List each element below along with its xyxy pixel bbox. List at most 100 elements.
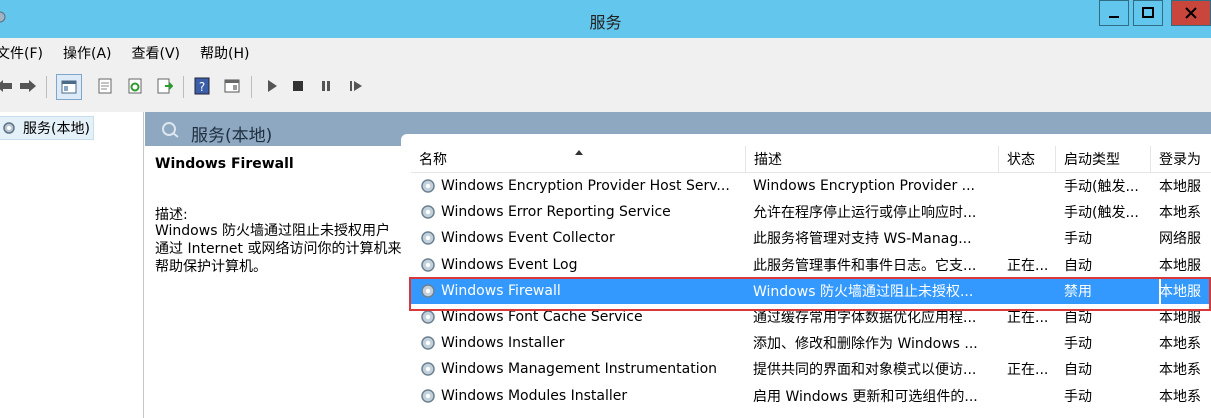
cell-startup: 自动 <box>1064 310 1092 326</box>
service-gear-icon <box>421 284 435 298</box>
service-gear-icon <box>421 336 435 350</box>
column-header-description[interactable]: 描述 <box>746 146 999 172</box>
title-bar: 服务 <box>0 0 1211 38</box>
service-gear-icon <box>421 231 435 246</box>
stop-service-icon <box>293 81 303 91</box>
cell-status <box>1007 330 1055 356</box>
maximize-button[interactable] <box>1133 0 1163 26</box>
toolbar: ? <box>0 68 1211 107</box>
menu-view[interactable]: 查看(V) <box>132 43 181 63</box>
toolbar-separator <box>251 76 252 98</box>
cell-description: 添加、修改和删除作为 Windows ... <box>753 336 978 353</box>
cell-description: Windows 防火墙通过阻止未授权... <box>753 283 974 300</box>
service-gear-icon <box>421 362 435 377</box>
cell-logon: 本地系 <box>1159 388 1201 405</box>
refresh-icon <box>128 78 142 94</box>
table-row[interactable]: Windows Event Log 此服务管理事件和事件日志。它支... 正在...… <box>411 252 1211 278</box>
menu-bar: 文件(F) 操作(A) 查看(V) 帮助(H) <box>0 38 1211 68</box>
help-icon: ? <box>194 77 210 95</box>
close-button[interactable] <box>1171 0 1211 26</box>
cell-description: 提供共同的界面和对象模式以便访... <box>753 362 977 379</box>
table-row[interactable]: Windows Error Reporting Service 允许在程序停止运行… <box>411 199 1211 225</box>
table-row[interactable]: Windows Font Cache Service 通过缓存常用字体数据优化应用… <box>411 304 1211 330</box>
cell-startup: 手动 <box>1064 388 1092 405</box>
back-icon <box>0 80 12 92</box>
cell-name: Windows Error Reporting Service <box>441 204 671 221</box>
show-action-pane-icon <box>224 79 240 93</box>
column-status-label: 状态 <box>1007 152 1035 168</box>
column-header-name[interactable]: 名称 <box>411 146 746 172</box>
help-button[interactable]: ? <box>192 76 212 96</box>
window-title: 服务 <box>589 13 622 32</box>
minimize-icon <box>1109 16 1119 18</box>
table-row[interactable]: Windows Installer 添加、修改和删除作为 Windows ... 手… <box>411 330 1211 356</box>
menu-help[interactable]: 帮助(H) <box>200 43 249 63</box>
column-header-status[interactable]: 状态 <box>999 146 1056 172</box>
close-icon <box>1185 7 1197 19</box>
table-row[interactable]: Windows Modules Installer 启用 Windows 更新和可… <box>411 383 1211 409</box>
column-name-label: 名称 <box>419 152 447 168</box>
gear-icon <box>3 122 15 134</box>
pane-header-title: 服务(本地) <box>191 126 273 146</box>
tree-node-services-local[interactable]: 服务(本地) <box>0 116 94 140</box>
cell-logon: 本地服 <box>1159 310 1201 326</box>
menu-action[interactable]: 操作(A) <box>63 43 112 63</box>
show-action-pane-button[interactable] <box>222 76 242 96</box>
tree-node-label: 服务(本地) <box>23 121 90 137</box>
forward-button[interactable] <box>18 76 38 96</box>
cell-description: 此服务管理事件和事件日志。它支... <box>753 257 977 274</box>
services-list: 名称 描述 状态 启动类型 登录为 Windows Encryption Pro… <box>411 146 1211 418</box>
resume-service-icon <box>350 81 362 91</box>
cell-logon: 本地系 <box>1159 362 1201 379</box>
column-startup-label: 启动类型 <box>1064 152 1120 168</box>
cell-logon: 本地系 <box>1159 205 1201 222</box>
service-gear-icon <box>421 179 435 193</box>
cell-startup: 禁用 <box>1064 283 1092 300</box>
table-row[interactable]: Windows Encryption Provider Host Serv...… <box>411 173 1211 199</box>
properties-button[interactable] <box>95 76 115 96</box>
cell-name: Windows Firewall <box>441 282 561 299</box>
resume-service-button[interactable] <box>346 76 366 96</box>
cell-logon: 本地服 <box>1159 257 1201 274</box>
table-row[interactable]: Windows Event Collector 此服务将管理对支持 WS-Mana… <box>411 225 1211 251</box>
minimize-button[interactable] <box>1099 0 1129 26</box>
start-service-button[interactable] <box>262 76 282 96</box>
menu-file[interactable]: 文件(F) <box>0 43 43 63</box>
cell-startup: 手动(触发... <box>1064 205 1139 222</box>
column-header-startup-type[interactable]: 启动类型 <box>1056 146 1151 172</box>
table-row[interactable]: Windows Management Instrumentation 提供共同的界… <box>411 356 1211 382</box>
refresh-button[interactable] <box>125 76 145 96</box>
cell-status <box>1007 383 1055 409</box>
cell-name: Windows Event Collector <box>441 230 615 247</box>
back-button[interactable] <box>0 76 14 96</box>
cell-description: Windows Encryption Provider ... <box>753 178 975 194</box>
cell-name: Windows Encryption Provider Host Serv... <box>441 178 730 194</box>
cell-status: 正在... <box>1007 362 1049 379</box>
table-row[interactable]: Windows Firewall Windows 防火墙通过阻止未授权... 禁用 本… <box>411 277 1211 304</box>
cell-name: Windows Modules Installer <box>441 387 628 404</box>
column-header-logon-as[interactable]: 登录为 <box>1151 146 1211 172</box>
cell-description: 启用 Windows 更新和可选组件的... <box>753 388 978 405</box>
cell-startup: 手动 <box>1064 336 1092 353</box>
cell-status: 正在... <box>1007 257 1049 274</box>
export-list-button[interactable] <box>155 76 175 96</box>
service-gear-icon <box>421 257 435 272</box>
cell-logon: 网络服 <box>1159 231 1201 248</box>
show-console-tree-button[interactable] <box>56 74 82 100</box>
column-description-label: 描述 <box>754 152 782 168</box>
maximize-icon <box>1142 7 1154 18</box>
cell-startup: 自动 <box>1064 257 1092 274</box>
description-text: Windows 防火墙通过阻止未授权用户通过 Internet 或网络访问你的计… <box>155 223 402 275</box>
sort-ascending-icon <box>575 150 583 155</box>
column-divider <box>1159 277 1161 304</box>
toolbar-separator <box>46 76 47 98</box>
forward-icon <box>20 80 36 92</box>
list-header: 名称 描述 状态 启动类型 登录为 <box>411 146 1211 173</box>
service-gear-icon <box>421 310 435 324</box>
cell-description: 通过缓存常用字体数据优化应用程... <box>753 310 977 326</box>
show-console-tree-icon <box>61 80 77 94</box>
stop-service-button[interactable] <box>288 76 308 96</box>
svg-text:?: ? <box>199 80 205 94</box>
cell-name: Windows Font Cache Service <box>441 309 643 325</box>
pause-service-button[interactable] <box>316 76 336 96</box>
